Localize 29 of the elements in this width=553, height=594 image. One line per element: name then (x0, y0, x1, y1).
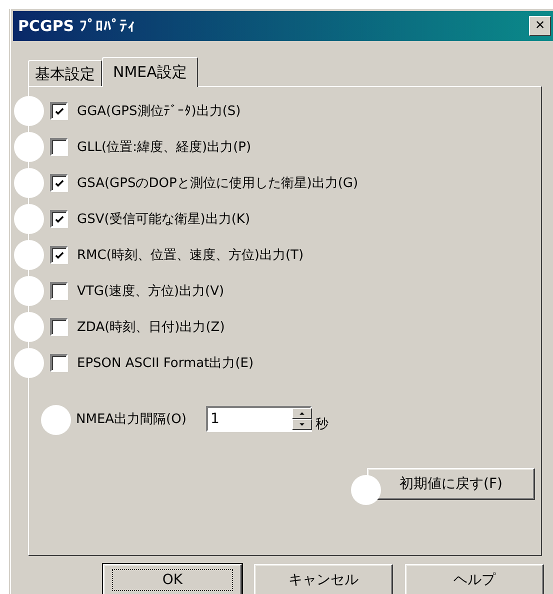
spin-field[interactable]: 1 (206, 406, 312, 432)
option-label: RMC(時刻、位置、速度、方位)出力(T) (77, 247, 304, 264)
spin-down-icon[interactable] (292, 419, 312, 430)
option-label: GSV(受信可能な衛星)出力(K) (77, 211, 250, 228)
spin-up-icon[interactable] (292, 408, 312, 419)
option-label: GSA(GPSのDOPと測位に使用した衛星)出力(G) (77, 175, 358, 192)
checkbox[interactable] (50, 282, 68, 300)
option-label: EPSON ASCII Format出力(E) (77, 355, 254, 372)
unit-label: 秒 (315, 416, 328, 433)
dialog-button[interactable]: OK (103, 564, 242, 594)
checkbox[interactable] (50, 246, 68, 264)
reset-button[interactable]: 初期値に戻す(F) (367, 468, 535, 500)
tab[interactable]: 基本設定 (28, 60, 102, 86)
checkbox[interactable] (50, 102, 68, 120)
checkbox[interactable] (50, 354, 68, 372)
dialog-button[interactable]: ヘルプ (405, 564, 544, 594)
interval-label: NMEA出力間隔(O) (76, 411, 186, 428)
close-button[interactable]: × (529, 16, 551, 36)
option-label: VTG(速度、方位)出力(V) (77, 283, 224, 300)
checkbox[interactable] (50, 318, 68, 336)
checkbox[interactable] (50, 210, 68, 228)
dialog-button[interactable]: キャンセル (254, 564, 393, 594)
option-label: GGA(GPS測位ﾃﾞｰﾀ)出力(S) (77, 103, 241, 120)
checkbox[interactable] (50, 138, 68, 156)
window-title: PCGPS ﾌﾟﾛﾊﾟﾃｨ (18, 17, 136, 35)
option-label: GLL(位置:緯度、経度)出力(P) (77, 139, 252, 156)
option-label: ZDA(時刻、日付)出力(Z) (77, 319, 225, 336)
tab[interactable]: NMEA設定 (102, 57, 198, 87)
checkbox[interactable] (50, 174, 68, 192)
